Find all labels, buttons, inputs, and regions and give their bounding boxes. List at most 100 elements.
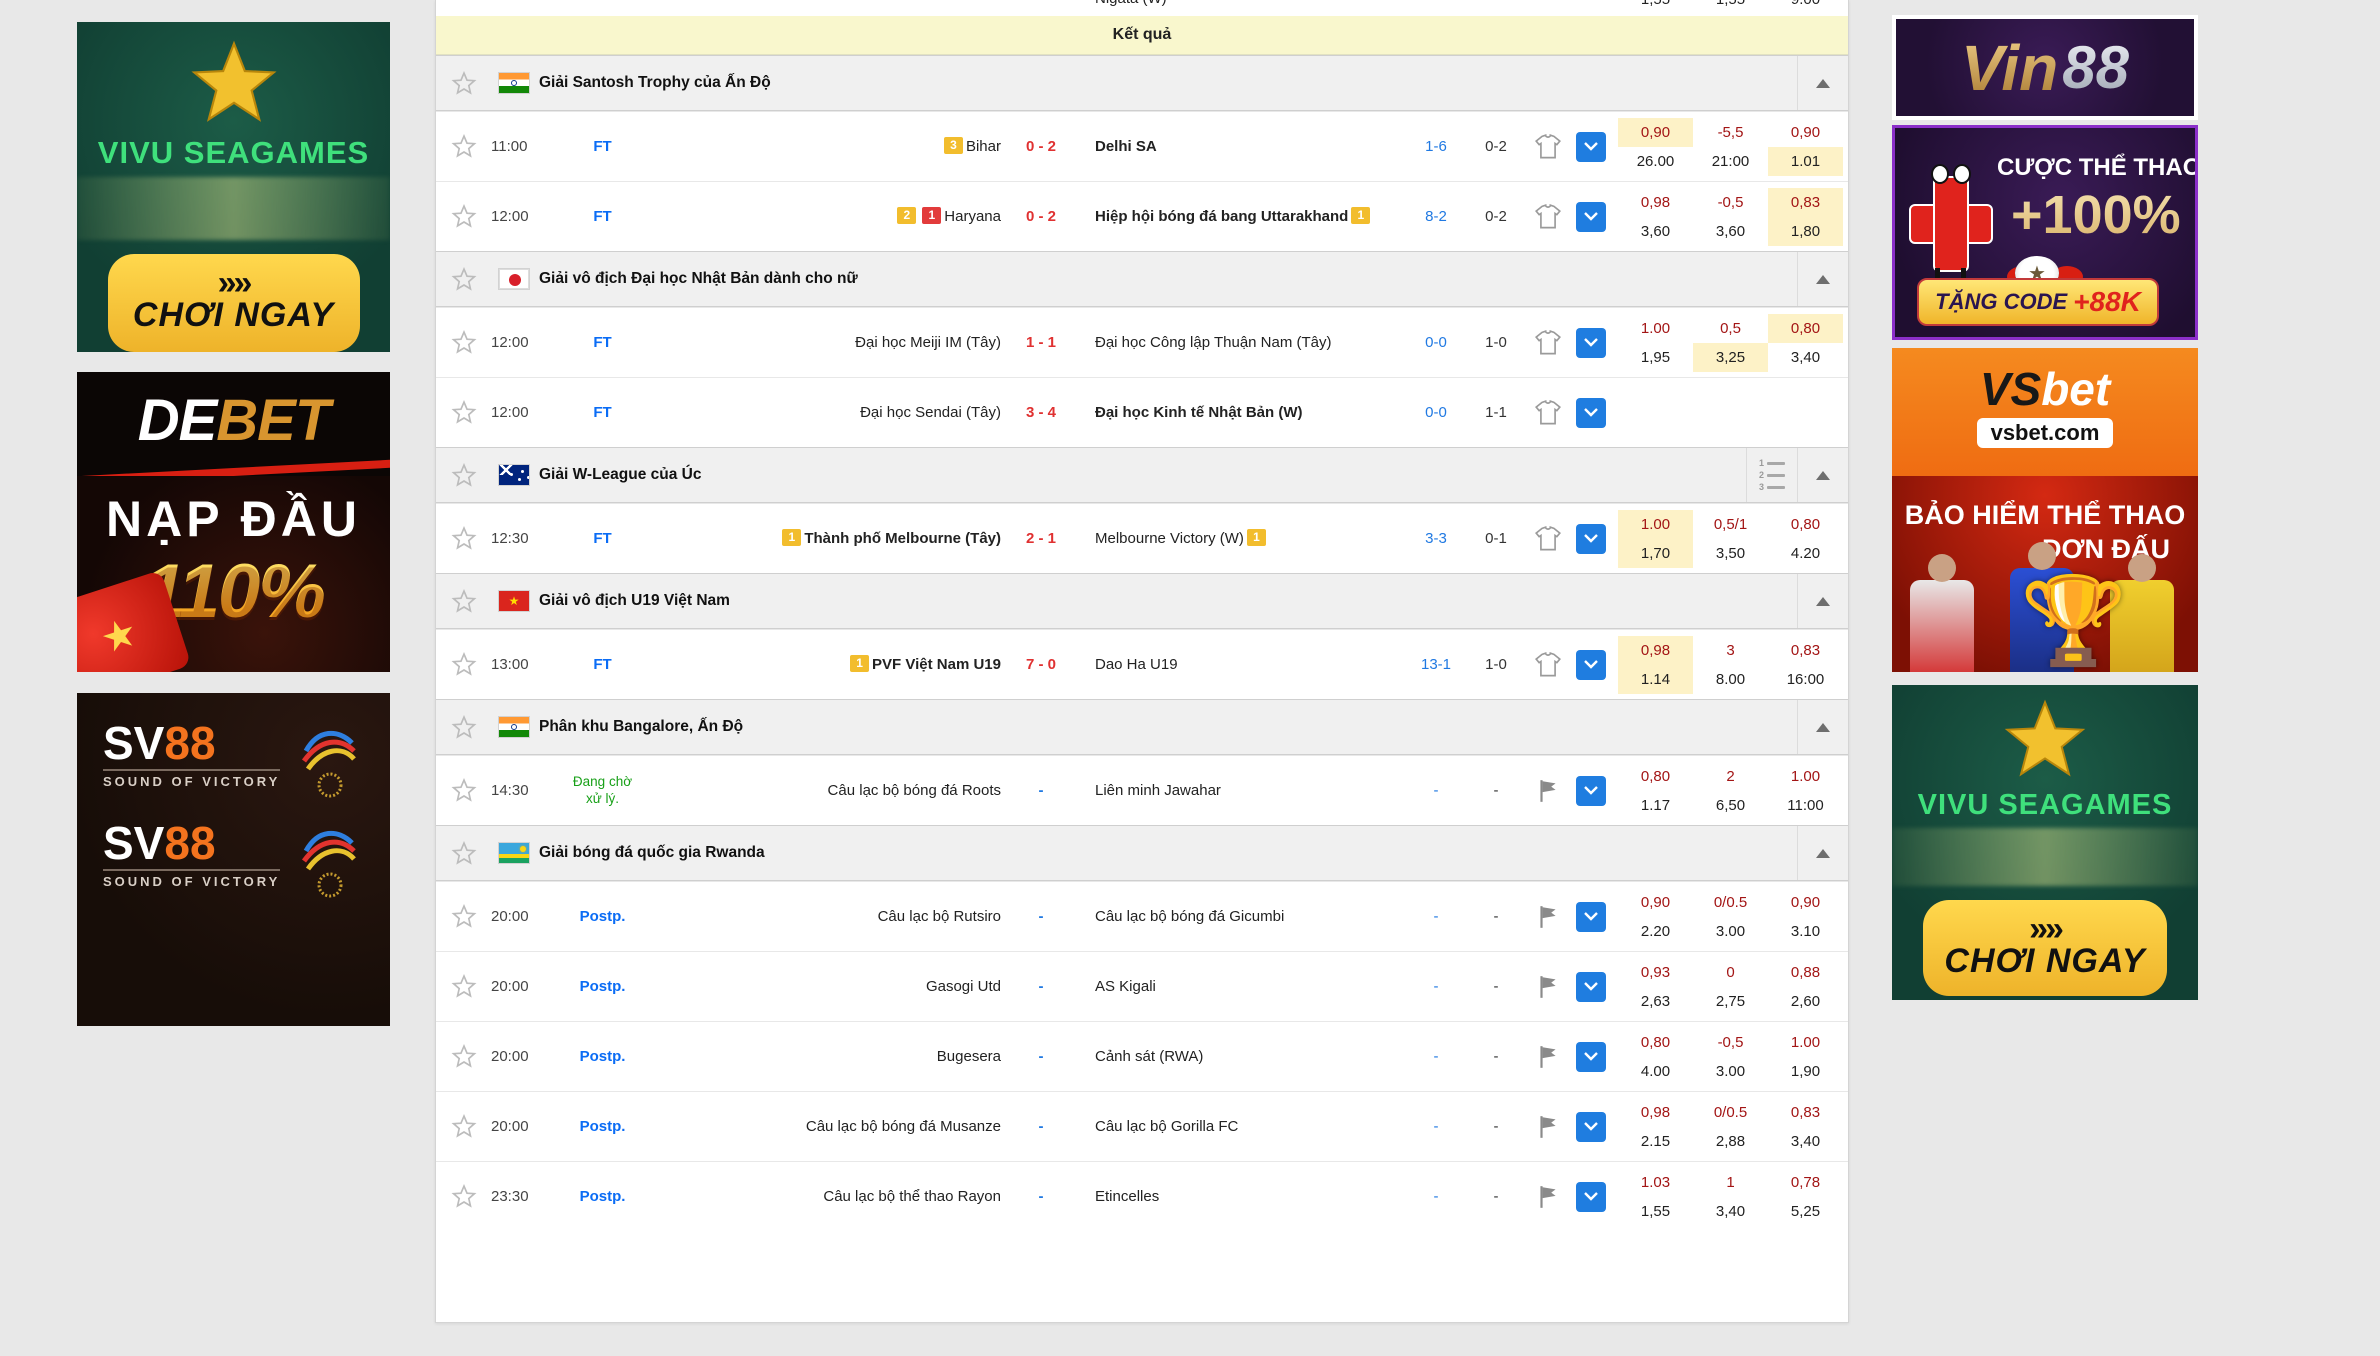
odds-cell[interactable]: 0,80 <box>1618 1028 1693 1057</box>
favorite-star-button[interactable] <box>436 134 491 159</box>
match-row[interactable]: 11:00FT3Bihar0 - 2Delhi SA1-60-20,9026.0… <box>436 111 1848 181</box>
odds-cell[interactable]: 3,40 <box>1768 343 1843 372</box>
favorite-star-button[interactable] <box>436 71 491 96</box>
league-header[interactable]: Giải vô địch Đại học Nhật Bản dành cho n… <box>436 251 1848 307</box>
odds-cell[interactable]: 1.00 <box>1618 314 1693 343</box>
odds-cell[interactable]: 0,83 <box>1768 636 1843 665</box>
favorite-star-button[interactable] <box>436 526 491 551</box>
ht-score-link[interactable]: - <box>1406 782 1466 799</box>
favorite-star-button[interactable] <box>436 1044 491 1069</box>
away-team[interactable]: Hiệp hội bóng đá bang Uttarakhand1 <box>1081 207 1406 227</box>
odds-cell[interactable]: 0,83 <box>1768 188 1843 217</box>
odds-cell[interactable]: 1.14 <box>1618 665 1693 694</box>
away-team[interactable]: Liên minh Jawahar <box>1081 781 1406 801</box>
flag-icon[interactable] <box>1526 1114 1569 1140</box>
away-team[interactable]: AS Kigali <box>1081 977 1406 997</box>
league-header[interactable]: Giải bóng đá quốc gia Rwanda <box>436 825 1848 881</box>
flag-icon[interactable] <box>1526 1184 1569 1210</box>
odds-cell[interactable]: 0,98 <box>1618 636 1693 665</box>
odds-cell[interactable]: 4.20 <box>1768 539 1843 568</box>
odds-cell[interactable]: 2,88 <box>1693 1127 1768 1156</box>
standings-button[interactable]: 123 <box>1746 448 1797 502</box>
odds-cell[interactable]: 1.00 <box>1768 1028 1843 1057</box>
odds-cell[interactable]: 9.00 <box>1768 0 1843 14</box>
odds-cell[interactable]: 0,5 <box>1693 314 1768 343</box>
odds-cell[interactable]: 3,60 <box>1693 217 1768 246</box>
odds-cell[interactable]: 26.00 <box>1618 147 1693 176</box>
favorite-star-button[interactable] <box>436 715 491 740</box>
flag-icon[interactable] <box>1526 1044 1569 1070</box>
odds-cell[interactable]: 1.00 <box>1618 510 1693 539</box>
favorite-star-button[interactable] <box>436 778 491 803</box>
play-now-button[interactable]: »» CHƠI NGAY <box>1923 900 2167 996</box>
odds-cell[interactable]: 2,75 <box>1693 987 1768 1016</box>
ht-score-link[interactable]: 0-0 <box>1406 334 1466 351</box>
ad-banner-vsbet[interactable]: VSbet vsbet.com BẢO HIỂM THỂ THAO ĐƠN ĐẤ… <box>1892 348 2198 672</box>
favorite-star-button[interactable] <box>436 330 491 355</box>
home-team[interactable]: Bugesera <box>641 1047 1001 1067</box>
odds-cell[interactable]: 6,50 <box>1693 791 1768 820</box>
ad-banner-debet[interactable]: DEBET NẠP ĐẦU 110% ★ <box>77 372 390 672</box>
home-team[interactable]: 1PVF Việt Nam U19 <box>641 655 1001 675</box>
ad-banner-sports-bonus[interactable]: CƯỢC THỂ THAO +100% ★ TẶNG CODE +88K <box>1892 125 2198 340</box>
ad-banner-vin88[interactable]: Vin 88 <box>1892 15 2198 120</box>
odds-cell[interactable]: 0,88 <box>1768 958 1843 987</box>
favorite-star-button[interactable] <box>436 841 491 866</box>
away-team[interactable]: Câu lạc bộ Gorilla FC <box>1081 1117 1406 1137</box>
flag-icon[interactable] <box>1526 904 1569 930</box>
odds-cell[interactable]: 1 <box>1693 1168 1768 1197</box>
jersey-icon[interactable] <box>1526 400 1569 426</box>
match-row[interactable]: 20:00Postp.Câu lạc bộ Rutsiro-Câu lạc bộ… <box>436 881 1848 951</box>
odds-dropdown-button[interactable] <box>1576 1112 1606 1142</box>
home-team[interactable]: 3Bihar <box>641 137 1001 157</box>
ht-score-link[interactable]: - <box>1406 978 1466 995</box>
away-team[interactable]: Etincelles <box>1081 1187 1406 1207</box>
home-team[interactable]: Câu lạc bộ Rutsiro <box>641 907 1001 927</box>
odds-cell[interactable]: 0 <box>1693 958 1768 987</box>
odds-cell[interactable]: 2.15 <box>1618 1127 1693 1156</box>
favorite-star-button[interactable] <box>436 204 491 229</box>
odds-cell[interactable]: 0/0.5 <box>1693 888 1768 917</box>
odds-dropdown-button[interactable] <box>1576 650 1606 680</box>
odds-cell[interactable]: 1,70 <box>1618 539 1693 568</box>
odds-cell[interactable]: 3,40 <box>1768 1127 1843 1156</box>
league-header[interactable]: Phân khu Bangalore, Ấn Độ <box>436 699 1848 755</box>
match-row[interactable]: 12:30FT1Thành phố Melbourne (Tây)2 - 1Me… <box>436 503 1848 573</box>
odds-cell[interactable]: -0,5 <box>1693 188 1768 217</box>
league-header[interactable]: Giải Santosh Trophy của Ấn Độ <box>436 55 1848 111</box>
odds-cell[interactable]: 1,55 <box>1618 1197 1693 1226</box>
jersey-icon[interactable] <box>1526 652 1569 678</box>
odds-cell[interactable]: 0,80 <box>1768 314 1843 343</box>
favorite-star-button[interactable] <box>436 974 491 999</box>
odds-cell[interactable]: 3,60 <box>1618 217 1693 246</box>
ad-banner-vivu-seagames[interactable]: VIVU SEAGAMES »» CHƠI NGAY <box>77 22 390 352</box>
match-row[interactable]: 12:00FT21Haryana0 - 2Hiệp hội bóng đá ba… <box>436 181 1848 251</box>
collapse-section-button[interactable] <box>1797 574 1848 628</box>
odds-cell[interactable]: 3.00 <box>1693 1057 1768 1086</box>
favorite-star-button[interactable] <box>436 1114 491 1139</box>
away-team[interactable]: Câu lạc bộ bóng đá Gicumbi <box>1081 907 1406 927</box>
odds-cell[interactable]: 1.00 <box>1768 762 1843 791</box>
match-row[interactable]: 14:30Đang chờ xử lý.Câu lạc bộ bóng đá R… <box>436 755 1848 825</box>
odds-dropdown-button[interactable] <box>1576 1042 1606 1072</box>
home-team[interactable]: Câu lạc bộ bóng đá Roots <box>641 781 1001 801</box>
away-team[interactable]: Dao Ha U19 <box>1081 655 1406 675</box>
collapse-section-button[interactable] <box>1797 56 1848 110</box>
odds-cell[interactable]: 0,80 <box>1618 762 1693 791</box>
match-row[interactable]: 20:00Postp.Gasogi Utd-AS Kigali--0,932,6… <box>436 951 1848 1021</box>
favorite-star-button[interactable] <box>436 904 491 929</box>
home-team[interactable]: 1Thành phố Melbourne (Tây) <box>641 529 1001 549</box>
odds-dropdown-button[interactable] <box>1576 902 1606 932</box>
ht-score-link[interactable]: - <box>1406 1118 1466 1135</box>
away-team[interactable]: Cảnh sát (RWA) <box>1081 1047 1406 1067</box>
favorite-star-button[interactable] <box>436 400 491 425</box>
odds-dropdown-button[interactable] <box>1576 202 1606 232</box>
odds-cell[interactable]: 3.00 <box>1693 917 1768 946</box>
home-team[interactable]: 21Haryana <box>641 207 1001 227</box>
ht-score-link[interactable]: 3-3 <box>1406 530 1466 547</box>
ht-score-link[interactable]: 1-6 <box>1406 138 1466 155</box>
odds-cell[interactable]: 1,95 <box>1618 343 1693 372</box>
odds-cell[interactable]: 11:00 <box>1768 791 1843 820</box>
odds-dropdown-button[interactable] <box>1576 132 1606 162</box>
odds-cell[interactable]: 0,90 <box>1768 118 1843 147</box>
